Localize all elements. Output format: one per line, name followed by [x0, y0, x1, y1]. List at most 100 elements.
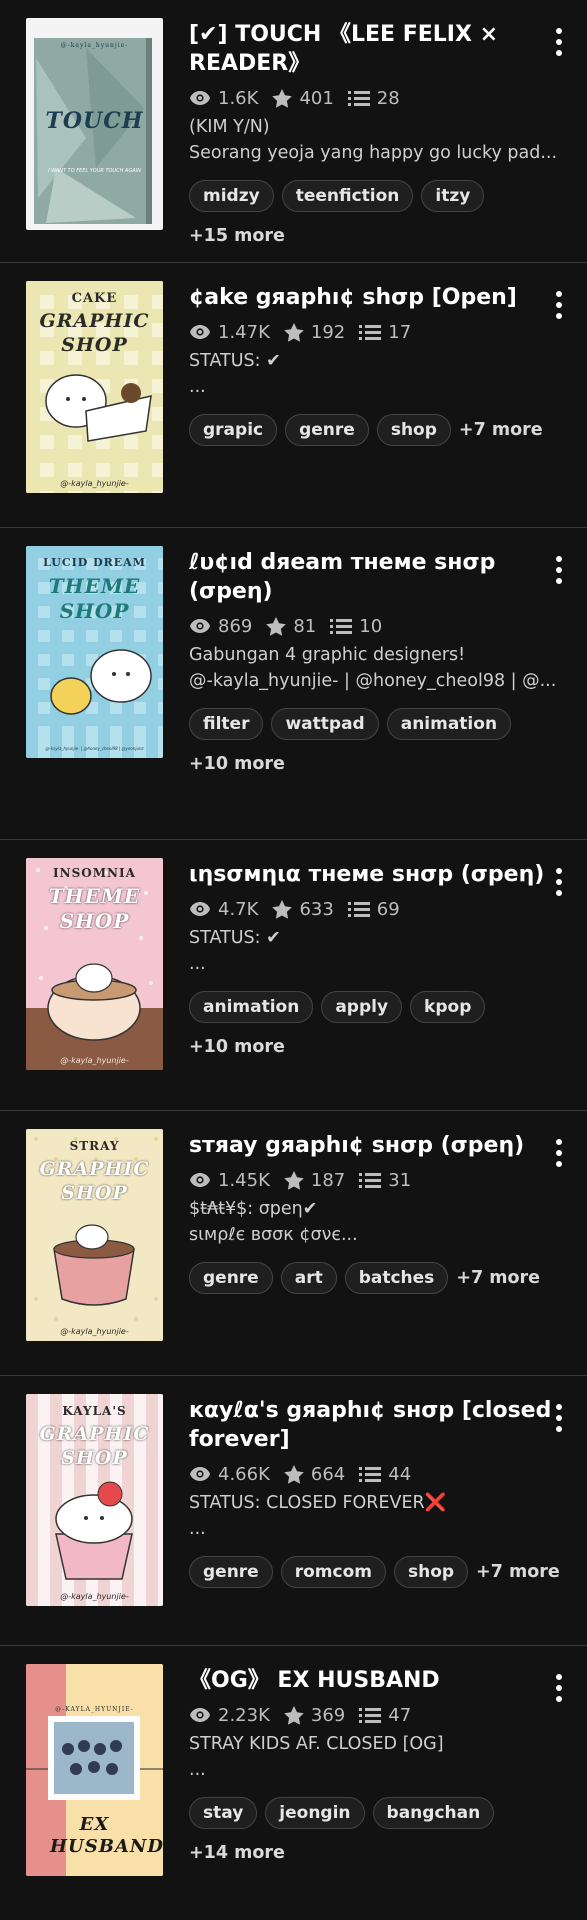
star-icon — [284, 1170, 304, 1190]
tag-chip[interactable]: teenfiction — [281, 180, 414, 212]
tag-chip[interactable]: genre — [189, 1262, 273, 1294]
tag-chip[interactable]: midzy — [189, 180, 274, 212]
story-title[interactable]: [✔] TOUCH 《LEE FELIX × READER》 — [189, 20, 561, 78]
story-title[interactable]: sтяay gяaphı¢ sнσp (σpeη) — [189, 1131, 561, 1160]
story-cover[interactable]: LUCID DREAM THEME SHOP @-kayla_hyunjie- … — [26, 546, 163, 758]
more-options-icon[interactable] — [551, 1139, 567, 1173]
cover-footer: @-kayla_hyunjie- | @honey_cheol98 | @yeo… — [45, 746, 144, 751]
more-options-icon[interactable] — [551, 556, 567, 590]
cross-mark-icon: ❌ — [424, 1493, 447, 1513]
more-options-icon[interactable] — [551, 1404, 567, 1438]
cover-subtitle: @-kayla_hyunjie- — [60, 42, 129, 49]
more-options-icon[interactable] — [551, 291, 567, 325]
more-options-icon[interactable] — [551, 868, 567, 902]
tag-chip[interactable]: apply — [321, 991, 403, 1023]
story-cover[interactable]: @-KAYLA_HYUNJIE- EX HUSBAND — [26, 1664, 163, 1876]
tag-chip[interactable]: jeongin — [265, 1797, 365, 1829]
tag-chip[interactable]: genre — [285, 414, 369, 446]
list-icon — [359, 325, 382, 340]
more-tags-link[interactable]: +7 more — [456, 1262, 540, 1294]
tag-chip[interactable]: romcom — [280, 1556, 386, 1588]
votes-stat: 187 — [284, 1170, 345, 1191]
parts-stat: 47 — [359, 1705, 411, 1726]
views-count: 2.23K — [218, 1704, 270, 1726]
more-tags-link[interactable]: +14 more — [189, 1837, 285, 1869]
more-tags-link[interactable]: +10 more — [189, 748, 285, 780]
story-title[interactable]: ιηsσмηια тнeмe sнσp (σpeη) — [189, 860, 561, 889]
story-item[interactable]: INSOMNIA THEME SHOP @-kayla_hyunjie- ιηs… — [0, 840, 587, 1111]
tag-chip[interactable]: genre — [189, 1556, 273, 1588]
parts-stat: 44 — [359, 1464, 411, 1485]
tag-chip[interactable]: kpop — [410, 991, 486, 1023]
list-icon — [359, 1467, 382, 1482]
views-stat: 1.6K — [189, 88, 258, 109]
story-item[interactable]: LUCID DREAM THEME SHOP @-kayla_hyunjie- … — [0, 528, 587, 840]
tag-list: genre romcom shop +7 more — [189, 1556, 561, 1596]
tag-chip[interactable]: art — [280, 1262, 337, 1294]
tag-chip[interactable]: animation — [386, 708, 512, 740]
cover-title: THEME SHOP — [48, 884, 141, 933]
tag-chip[interactable]: itzy — [421, 180, 485, 212]
tag-chip[interactable]: bangchan — [372, 1797, 495, 1829]
tag-list: grapic genre shop +7 more — [189, 414, 561, 454]
story-cover[interactable]: INSOMNIA THEME SHOP @-kayla_hyunjie- — [26, 858, 163, 1070]
story-item[interactable]: @-KAYLA_HYUNJIE- EX HUSBAND 《OG》 EX HUSB… — [0, 1646, 587, 1920]
more-tags-link[interactable]: +7 more — [459, 414, 543, 446]
story-description-line: STATUS: ✔ — [189, 928, 281, 948]
views-stat: 4.66K — [189, 1464, 270, 1485]
views-stat: 1.45K — [189, 1170, 270, 1191]
story-description-line: $ŧ₳ŧ¥$: σpeη✔ — [189, 1199, 318, 1219]
tag-chip[interactable]: stay — [189, 1797, 258, 1829]
votes-stat: 633 — [272, 899, 334, 920]
views-stat: 869 — [189, 616, 252, 637]
star-icon — [272, 88, 293, 108]
tag-chip[interactable]: grapic — [189, 414, 278, 446]
story-title[interactable]: ¢ake gяaphı¢ shσp [Open] — [189, 283, 561, 312]
story-item[interactable]: CAKE GRAPHIC SHOP @-kayla_hyunjie- ¢ake … — [0, 263, 587, 528]
story-cover[interactable]: CAKE GRAPHIC SHOP @-kayla_hyunjie- — [26, 281, 163, 493]
story-cover[interactable]: KAYLA'S GRAPHIC SHOP @-kayla_hyunjie- — [26, 1394, 163, 1606]
star-icon — [266, 616, 287, 636]
star-icon — [284, 1464, 304, 1484]
parts-stat: 69 — [347, 899, 400, 920]
story-stats: 2.23K 369 47 — [189, 1703, 561, 1727]
more-options-icon[interactable] — [551, 1674, 567, 1708]
story-description-line: STRAY KIDS AF. CLOSED [OG] — [189, 1734, 444, 1754]
votes-stat: 81 — [266, 616, 316, 637]
votes-stat: 401 — [272, 88, 334, 109]
story-item[interactable]: @-kayla_hyunjie- TOUCH I WANT TO FEEL YO… — [0, 0, 587, 263]
tag-list: filter wattpad animation +10 more — [189, 708, 561, 788]
more-options-icon[interactable] — [551, 28, 567, 62]
eye-icon — [190, 325, 210, 339]
more-tags-link[interactable]: +7 more — [476, 1556, 560, 1588]
tag-chip[interactable]: shop — [393, 1556, 469, 1588]
votes-count: 369 — [310, 1704, 346, 1726]
cover-subtitle: INSOMNIA — [53, 866, 136, 880]
tag-chip[interactable]: batches — [344, 1262, 449, 1294]
story-stats: 1.47K 192 17 — [189, 320, 561, 344]
parts-count: 47 — [388, 1704, 412, 1726]
story-description-line: ... — [189, 377, 206, 397]
story-cover[interactable]: STRAY GRAPHIC SHOP @-kayla_hyunjie- — [26, 1129, 163, 1341]
story-title[interactable]: ℓυ¢ıd dяeam тнeмe sнσp (σpeη) — [189, 548, 561, 606]
cover-footer: @-kayla_hyunjie- — [60, 1592, 129, 1601]
tag-list: stay jeongin bangchan +14 more — [189, 1797, 561, 1877]
tag-chip[interactable]: shop — [376, 414, 451, 446]
parts-count: 31 — [388, 1169, 412, 1191]
views-count: 4.66K — [218, 1463, 270, 1485]
more-tags-link[interactable]: +15 more — [189, 220, 285, 252]
story-item[interactable]: STRAY GRAPHIC SHOP @-kayla_hyunjie- sтяa… — [0, 1111, 587, 1376]
parts-stat: 28 — [347, 88, 400, 109]
tag-chip[interactable]: animation — [189, 991, 314, 1023]
story-cover[interactable]: @-kayla_hyunjie- TOUCH I WANT TO FEEL YO… — [26, 18, 163, 230]
tag-chip[interactable]: wattpad — [271, 708, 379, 740]
story-title[interactable]: 《OG》 EX HUSBAND — [189, 1666, 561, 1695]
tag-chip[interactable]: filter — [189, 708, 264, 740]
cover-subtitle: STRAY — [69, 1139, 120, 1153]
cover-footer: @-kayla_hyunjie- — [60, 1327, 129, 1336]
story-title[interactable]: кαуℓα's gяaphı¢ sнσp [closed forever] — [189, 1396, 561, 1454]
story-item[interactable]: KAYLA'S GRAPHIC SHOP @-kayla_hyunjie- кα… — [0, 1376, 587, 1646]
more-tags-link[interactable]: +10 more — [189, 1031, 285, 1063]
story-description-line: Seorang yeoja yang happy go lucky pad... — [189, 143, 558, 163]
story-description-line: ... — [189, 1760, 206, 1780]
